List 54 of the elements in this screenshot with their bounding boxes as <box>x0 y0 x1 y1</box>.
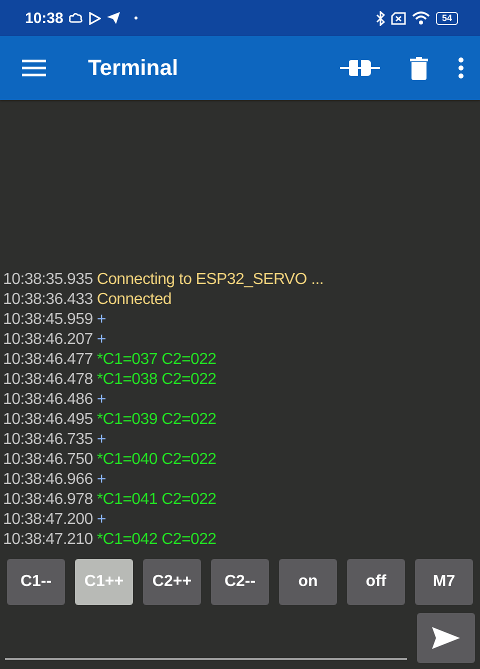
timestamp: 10:38:46.486 <box>3 391 93 408</box>
wifi-icon <box>412 11 430 25</box>
cloud-icon <box>69 12 84 24</box>
timestamp: 10:38:46.207 <box>3 331 93 348</box>
terminal-message: Connected <box>96 291 172 308</box>
terminal-message: + <box>96 431 106 448</box>
timestamp: 10:38:36.433 <box>3 291 93 308</box>
macro-button[interactable]: C2++ <box>143 559 201 605</box>
terminal-message: *C1=040 C2=022 <box>96 451 216 468</box>
send-icon <box>432 627 460 649</box>
plug-icon <box>340 58 380 78</box>
timestamp: 10:38:46.978 <box>3 491 93 508</box>
delete-button[interactable] <box>410 56 428 80</box>
macro-button[interactable]: M7 <box>415 559 473 605</box>
trash-icon <box>410 56 428 80</box>
menu-button[interactable] <box>22 59 46 77</box>
timestamp: 10:38:35.935 <box>3 271 93 288</box>
terminal-message: *C1=041 C2=022 <box>96 491 216 508</box>
terminal-message: + <box>96 471 106 488</box>
clock: 10:38 <box>25 10 64 26</box>
no-sim-icon <box>390 12 406 24</box>
terminal-message: + <box>96 511 106 528</box>
timestamp: 10:38:46.495 <box>3 411 93 428</box>
menu-icon <box>22 59 46 77</box>
more-button[interactable] <box>458 57 464 79</box>
macro-button[interactable]: off <box>347 559 405 605</box>
macro-button[interactable]: on <box>279 559 337 605</box>
macro-button[interactable]: C1-- <box>7 559 65 605</box>
timestamp: 10:38:46.735 <box>3 431 93 448</box>
dot-icon <box>134 16 138 20</box>
timestamp: 10:38:46.477 <box>3 351 93 368</box>
battery-indicator: 54 <box>436 12 458 24</box>
connect-button[interactable] <box>340 58 380 78</box>
terminal-message: + <box>96 311 106 328</box>
timestamp: 10:38:47.210 <box>3 531 93 548</box>
macro-button[interactable]: C2-- <box>211 559 269 605</box>
send-button[interactable] <box>417 613 475 663</box>
terminal-message: *C1=037 C2=022 <box>96 351 216 368</box>
screen-title: Terminal <box>88 55 180 81</box>
timestamp: 10:38:46.750 <box>3 451 93 468</box>
terminal-message: *C1=042 C2=022 <box>96 531 216 548</box>
terminal-message: + <box>96 331 106 348</box>
send-icon <box>107 12 120 24</box>
play-icon <box>89 12 102 24</box>
bluetooth-icon <box>376 10 385 26</box>
timestamp: 10:38:47.200 <box>3 511 93 528</box>
timestamp: 10:38:46.478 <box>3 371 93 388</box>
terminal-message: *C1=039 C2=022 <box>96 411 216 428</box>
timestamp: 10:38:46.966 <box>3 471 93 488</box>
terminal-message: + <box>96 391 106 408</box>
more-icon <box>458 57 464 79</box>
timestamp: 10:38:45.959 <box>3 311 93 328</box>
terminal-message: Connecting to ESP32_SERVO ... <box>96 271 324 288</box>
terminal-message: *C1=038 C2=022 <box>96 371 216 388</box>
